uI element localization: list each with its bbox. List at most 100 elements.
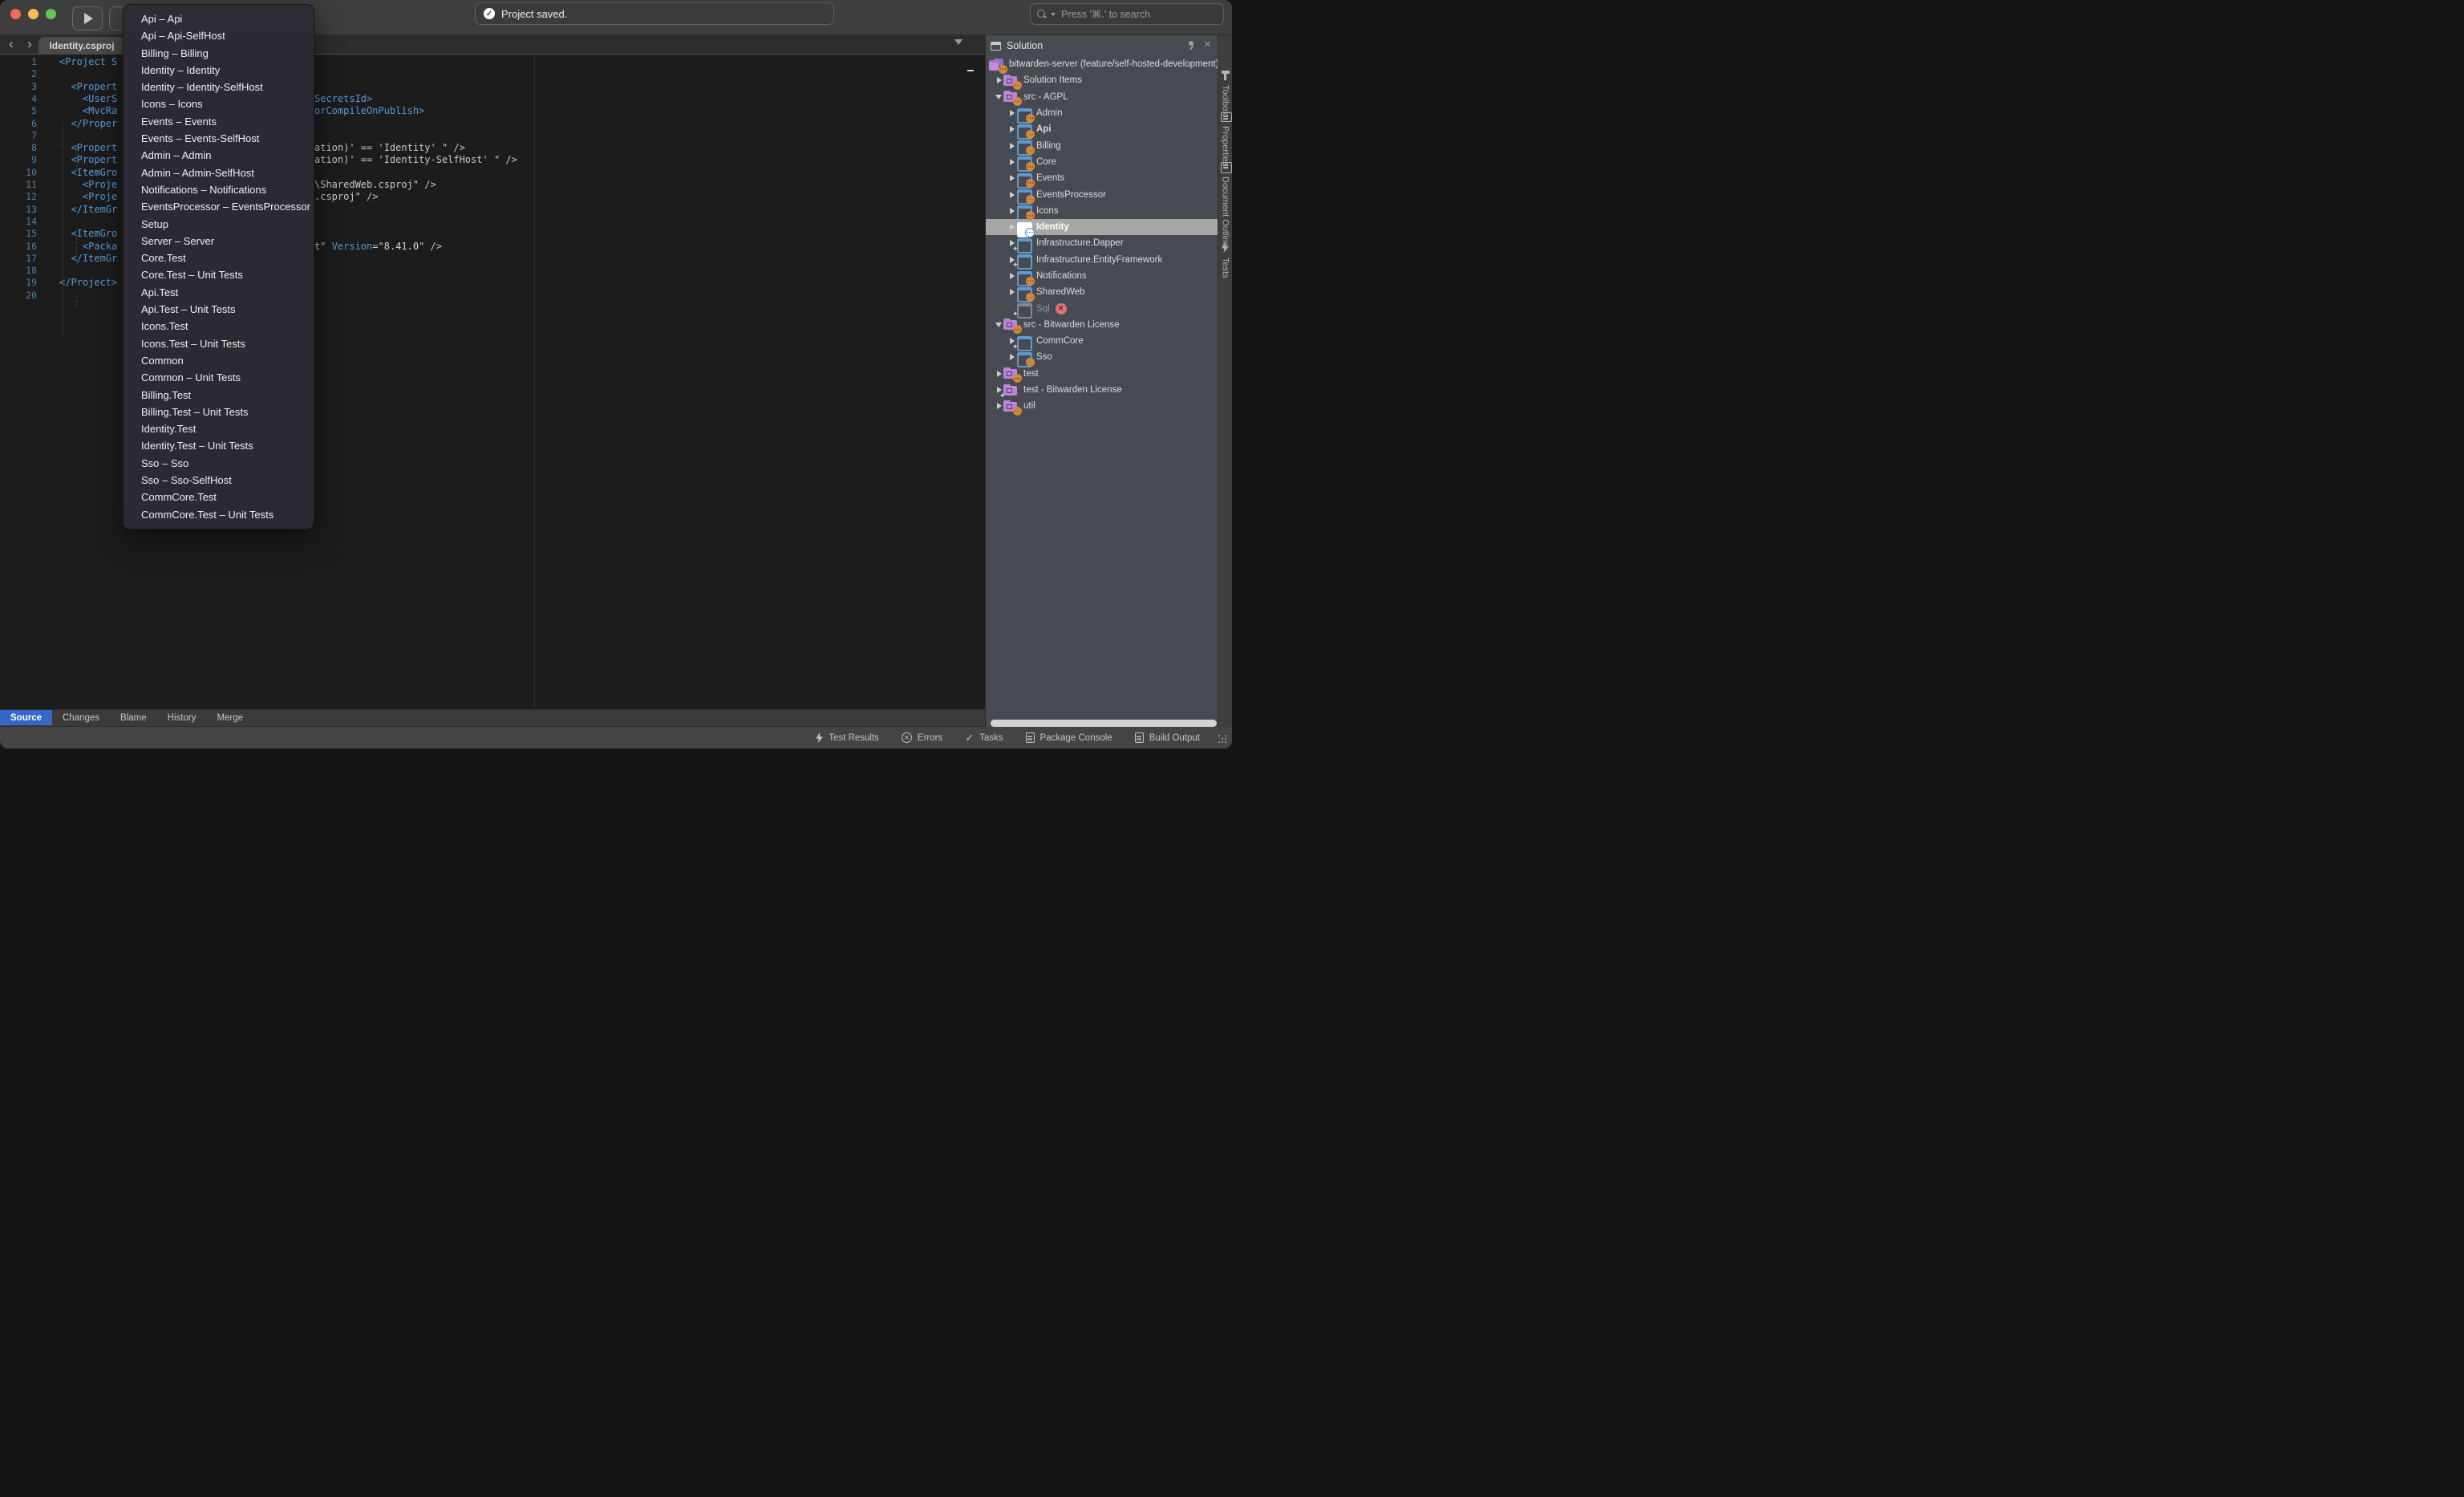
status-item-test-results[interactable]: Test Results (816, 732, 879, 743)
expander-right-icon[interactable] (1010, 143, 1015, 149)
dropdown-item-icons-test[interactable]: Icons.Test (124, 318, 314, 335)
expander-right-icon[interactable] (1010, 354, 1015, 360)
tree-item-src-agpl[interactable]: src - AGPL (986, 89, 1218, 105)
horizontal-scrollbar-thumb[interactable] (991, 720, 1217, 727)
dropdown-item-events-events-selfhost[interactable]: Events – Events-SelfHost (124, 130, 314, 147)
dropdown-item-api-api[interactable]: Api – Api (124, 10, 314, 27)
expander-right-icon[interactable] (997, 77, 1002, 83)
tree-item-api[interactable]: Api (986, 121, 1218, 137)
dropdown-item-events-events[interactable]: Events – Events (124, 113, 314, 130)
tree-item-infrastructure-dapper[interactable]: ✦Infrastructure.Dapper (986, 235, 1218, 251)
dropdown-item-billing-billing[interactable]: Billing – Billing (124, 45, 314, 62)
project-icon: ✦ (1016, 302, 1031, 314)
dropdown-item-api-api-selfhost[interactable]: Api – Api-SelfHost (124, 27, 314, 44)
dock-tab-toolbox[interactable]: Toolbox (1218, 71, 1232, 116)
tree-item-src-bitwarden-license[interactable]: src - Bitwarden License (986, 317, 1218, 333)
tab-blame[interactable]: Blame (110, 710, 157, 725)
expander-right-icon[interactable] (1010, 208, 1015, 214)
status-item-package-console[interactable]: Package Console (1026, 732, 1112, 743)
dropdown-item-commcore-test-unit-tests[interactable]: CommCore.Test – Unit Tests (124, 506, 314, 523)
resize-grip[interactable] (1218, 735, 1228, 744)
status-item-errors[interactable]: ✕Errors (902, 732, 942, 743)
tree-item-events[interactable]: Events (986, 170, 1218, 186)
dropdown-item-setup[interactable]: Setup (124, 216, 314, 233)
tree-item-sharedweb[interactable]: SharedWeb (986, 284, 1218, 300)
dropdown-item-identity-test-unit-tests[interactable]: Identity.Test – Unit Tests (124, 437, 314, 454)
expander-right-icon[interactable] (1010, 175, 1015, 181)
tree-item-sso[interactable]: Sso (986, 349, 1218, 365)
tree-item-admin[interactable]: Admin (986, 105, 1218, 121)
tree-item-test-bitwarden-license[interactable]: ✦test - Bitwarden License (986, 382, 1218, 398)
tree-item-notifications[interactable]: Notifications (986, 268, 1218, 284)
status-item-tasks[interactable]: ✓Tasks (965, 732, 1003, 743)
zoom-button[interactable] (46, 9, 56, 19)
tree-item-commcore[interactable]: ✦CommCore (986, 333, 1218, 349)
dropdown-item-notifications-notifications[interactable]: Notifications – Notifications (124, 181, 314, 198)
tab-source[interactable]: Source (0, 710, 52, 725)
tree-item-util[interactable]: util (986, 398, 1218, 414)
dropdown-item-admin-admin-selfhost[interactable]: Admin – Admin-SelfHost (124, 164, 314, 181)
dropdown-item-common[interactable]: Common (124, 352, 314, 369)
nav-forward-button[interactable]: › (22, 35, 38, 55)
tree-item-icons[interactable]: Icons (986, 203, 1218, 219)
minimize-button[interactable] (28, 9, 38, 19)
tree-item-infrastructure-entityframework[interactable]: ✦Infrastructure.EntityFramework (986, 252, 1218, 268)
dropdown-item-identity-identity[interactable]: Identity – Identity (124, 62, 314, 79)
expander-right-icon[interactable] (1010, 126, 1015, 132)
expander-right-icon[interactable] (1010, 224, 1015, 230)
dropdown-item-core-test[interactable]: Core.Test (124, 250, 314, 266)
dropdown-item-sso-sso-selfhost[interactable]: Sso – Sso-SelfHost (124, 472, 314, 489)
status-item-build-output[interactable]: Build Output (1135, 732, 1200, 743)
tree-item-billing[interactable]: Billing (986, 137, 1218, 153)
dropdown-item-identity-identity-selfhost[interactable]: Identity – Identity-SelfHost (124, 79, 314, 95)
expander-right-icon[interactable] (1010, 192, 1015, 198)
close-button[interactable] (10, 9, 21, 19)
dropdown-item-api-test-unit-tests[interactable]: Api.Test – Unit Tests (124, 301, 314, 318)
dropdown-item-api-test[interactable]: Api.Test (124, 284, 314, 301)
expander-down-icon[interactable] (995, 95, 1002, 99)
dropdown-item-billing-test[interactable]: Billing.Test (124, 387, 314, 404)
expander-right-icon[interactable] (1010, 273, 1015, 279)
tree-item-bitwarden-server-feature-self-hosted-development[interactable]: bitwarden-server (feature/self-hosted-de… (986, 56, 1218, 72)
expander-right-icon[interactable] (1010, 159, 1015, 165)
expander-right-icon[interactable] (997, 403, 1002, 409)
tree-item-solution-items[interactable]: Solution Items (986, 72, 1218, 88)
solution-panel-title: Solution (1007, 40, 1043, 51)
tree-item-identity[interactable]: Identity (986, 219, 1218, 235)
tree-item-core[interactable]: Core (986, 154, 1218, 170)
expander-down-icon[interactable] (995, 323, 1002, 327)
tree-item-sql[interactable]: ✦Sql✕ (986, 300, 1218, 316)
dropdown-item-billing-test-unit-tests[interactable]: Billing.Test – Unit Tests (124, 404, 314, 420)
tab-overflow-icon[interactable] (954, 39, 962, 45)
tab-history[interactable]: History (157, 710, 207, 725)
code-line-fragment: <ItemGro (59, 167, 123, 178)
tree-item-eventsprocessor[interactable]: EventsProcessor (986, 186, 1218, 202)
run-button[interactable] (72, 6, 103, 30)
tab-merge[interactable]: Merge (206, 710, 253, 725)
nav-back-button[interactable]: ‹ (3, 35, 19, 55)
expander-right-icon[interactable] (1010, 289, 1015, 295)
dropdown-item-commcore-test[interactable]: CommCore.Test (124, 489, 314, 505)
expander-right-icon[interactable] (1010, 110, 1015, 116)
dropdown-item-sso-sso[interactable]: Sso – Sso (124, 455, 314, 472)
global-search-input[interactable]: Press '⌘.' to search (1030, 3, 1224, 25)
tree-item-test[interactable]: test (986, 366, 1218, 382)
tab-changes[interactable]: Changes (52, 710, 110, 725)
dropdown-item-server-server[interactable]: Server – Server (124, 233, 314, 250)
dock-tab-tests[interactable]: Tests (1218, 242, 1232, 278)
dropdown-item-eventsprocessor-eventsprocessor[interactable]: EventsProcessor – EventsProcessor (124, 198, 314, 215)
scrollbar-marker[interactable] (967, 70, 974, 71)
editor-tab-identity-csproj[interactable]: Identity.csproj (38, 37, 125, 55)
dropdown-item-identity-test[interactable]: Identity.Test (124, 420, 314, 437)
dropdown-item-common-unit-tests[interactable]: Common – Unit Tests (124, 369, 314, 386)
code-line-fragment: <Propert (59, 81, 123, 92)
dropdown-item-core-test-unit-tests[interactable]: Core.Test – Unit Tests (124, 266, 314, 283)
expander-right-icon[interactable] (997, 371, 1002, 377)
dock-tab-document-outline[interactable]: Document Outline (1218, 162, 1232, 247)
dropdown-item-icons-test-unit-tests[interactable]: Icons.Test – Unit Tests (124, 335, 314, 352)
dropdown-item-icons-icons[interactable]: Icons – Icons (124, 95, 314, 112)
dock-tab-properties[interactable]: Properties (1218, 112, 1232, 166)
close-panel-icon[interactable]: ✕ (1204, 39, 1211, 50)
dropdown-item-admin-admin[interactable]: Admin – Admin (124, 147, 314, 164)
pin-icon[interactable] (1187, 40, 1196, 50)
